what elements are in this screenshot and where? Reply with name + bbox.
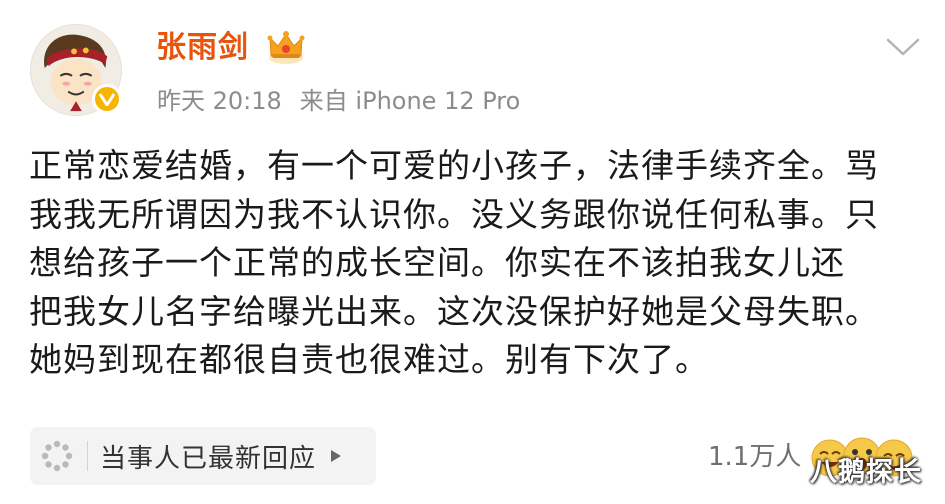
latest-response-button[interactable]: 当事人已最新回应	[30, 427, 376, 485]
post-body-line: 我我无所谓因为我不认识你。没义务跟你说任何私事。只	[29, 194, 879, 234]
watermark: 八鹅探长	[810, 457, 922, 488]
post-body-line: 她妈到现在都很自责也很难过。别有下次了。	[29, 340, 709, 379]
chevron-down-icon[interactable]	[885, 36, 921, 58]
post-body-line: 正常恋爱结婚，有一个可爱的小孩子，法律手续齐全。骂	[29, 146, 879, 185]
post-body: 正常恋爱结婚，有一个可爱的小孩子，法律手续齐全。骂 我我无所谓因为我不认识你。没…	[29, 142, 919, 385]
post-meta: 昨天 20:18 来自 iPhone 12 Pro	[157, 84, 520, 118]
crown-icon	[267, 31, 305, 64]
author-name[interactable]: 张雨剑	[156, 28, 249, 68]
divider	[87, 441, 88, 471]
play-arrow-icon	[331, 450, 342, 462]
post-time: 昨天 20:18	[157, 87, 282, 115]
loading-dots-icon	[41, 440, 73, 472]
post-body-line: 想给孩子一个正常的成长空间。你实在不该拍我女儿还	[29, 243, 845, 282]
post-source: 来自 iPhone 12 Pro	[299, 87, 521, 115]
verified-v-icon	[92, 84, 122, 114]
post-body-line: 把我女儿名字给曝光出来。这次没保护好她是父母失职。	[29, 291, 879, 331]
latest-response-label: 当事人已最新回应	[100, 443, 317, 474]
likes-count[interactable]: 1.1万人	[708, 440, 801, 474]
